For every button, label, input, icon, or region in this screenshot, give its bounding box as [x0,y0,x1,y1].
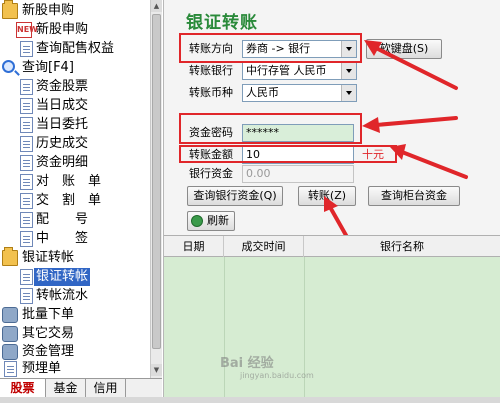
transfer-table-header: 日期 成交时间 银行名称 [164,235,500,257]
transfer-table-body[interactable] [164,257,500,397]
currency-select[interactable]: 人民币 [242,84,357,102]
baidu-watermark: Bai 经验 jingyan.baidu.com [220,356,314,380]
status-strip [0,397,500,403]
document-icon [20,231,33,247]
document-icon [20,98,33,114]
soft-keyboard-button[interactable]: 软键盘(S) [366,39,442,59]
document-icon [4,361,17,377]
folder-icon [2,247,18,266]
column-header-bank-name[interactable]: 银行名称 [304,236,500,257]
arrow-to-password [374,116,458,127]
bank-transfer-panel: 银证转账 转账方向 券商 -> 银行 转账银行 中行存管 人民币 转账币种 人民… [163,0,500,397]
arrowhead-password [362,117,380,133]
transfer-button[interactable]: 转账(Z) [298,186,356,206]
query-counter-funds-button[interactable]: 查询柜台资金 [368,186,460,206]
tree-scrollbar[interactable]: ▲ ▼ [150,0,162,378]
chevron-down-icon[interactable] [341,63,356,79]
document-icon [20,41,33,57]
function-tree: 新股申购 NEW 新股申购 查询配售权益 查询[F4] 资金股票 当日成交 当日… [0,0,150,378]
document-icon [20,193,33,209]
tab-credit[interactable]: 信用 [86,379,126,397]
page-title: 银证转账 [186,13,258,33]
query-bank-funds-button[interactable]: 查询银行资金(Q) [187,186,283,206]
bank-label: 转账银行 [189,64,233,77]
gear-icon [2,326,18,342]
document-icon [20,212,33,228]
document-icon [20,288,33,304]
document-icon [20,269,33,285]
annotation-box-direction [179,33,362,63]
bank-funds-label: 银行资金 [189,167,233,180]
refresh-icon [191,215,203,227]
bank-select[interactable]: 中行存管 人民币 [242,62,357,80]
document-icon [20,117,33,133]
scroll-down-icon[interactable]: ▼ [151,364,162,376]
folder-icon [2,0,18,19]
gear-icon [2,307,18,323]
gear-icon [2,344,18,360]
chevron-down-icon[interactable] [341,85,356,101]
tab-funds[interactable]: 基金 [46,379,86,397]
currency-label: 转账币种 [189,86,233,99]
scroll-thumb[interactable] [152,14,161,349]
column-header-time[interactable]: 成交时间 [224,236,304,257]
tab-stocks[interactable]: 股票 [0,379,46,397]
document-icon [20,174,33,190]
annotation-box-password [179,113,362,144]
document-icon [20,155,33,171]
bank-funds-field: 0.00 [242,165,354,183]
refresh-button[interactable]: 刷新 [187,211,235,231]
arrow-to-amount [400,150,468,179]
column-header-date[interactable]: 日期 [164,236,224,257]
scroll-up-icon[interactable]: ▲ [151,0,162,12]
document-icon [20,136,33,152]
annotation-box-amount [179,145,397,163]
new-icon: NEW [16,22,38,38]
search-icon [2,60,15,73]
document-icon [20,79,33,95]
